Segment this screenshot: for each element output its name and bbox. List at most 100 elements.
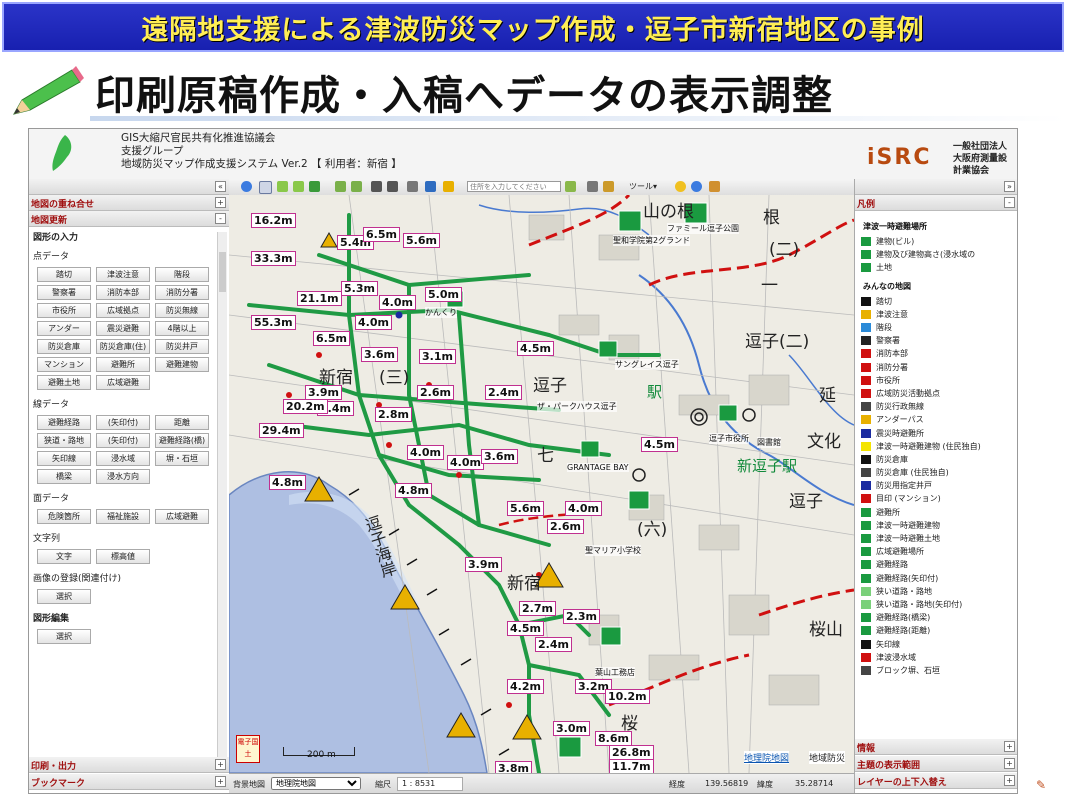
point-btn-mansion[interactable]: マンション <box>37 357 91 372</box>
line-btn-bridge[interactable]: 橋梁 <box>37 469 91 484</box>
line-btn-inundation[interactable]: 浸水域 <box>96 451 150 466</box>
back-arrow-icon[interactable] <box>335 181 346 192</box>
height-label[interactable]: 4.0m <box>355 315 392 330</box>
bar-bookmark[interactable]: ブックマーク + <box>29 774 229 790</box>
point-btn-quake-shelter[interactable]: 震災避難 <box>96 321 150 336</box>
height-label[interactable]: 29.4m <box>259 423 304 438</box>
point-btn-city-hall[interactable]: 市役所 <box>37 303 91 318</box>
right-collapse-bar[interactable]: » <box>855 179 1017 195</box>
height-label[interactable]: 16.2m <box>251 213 296 228</box>
point-btn-4f-above[interactable]: 4階以上 <box>155 321 209 336</box>
text-btn-elevation[interactable]: 標高値 <box>96 549 150 564</box>
zoom-out-icon[interactable] <box>293 181 304 192</box>
line-btn-narrow-road[interactable]: 狭道・路地 <box>37 433 91 448</box>
height-label[interactable]: 4.5m <box>517 341 554 356</box>
height-label[interactable]: 33.3m <box>251 251 296 266</box>
height-label[interactable]: 5.3m <box>341 281 378 296</box>
line-btn-route-arrow[interactable]: (矢印付) <box>96 415 150 430</box>
height-label[interactable]: 6.5m <box>313 331 350 346</box>
bookmark-icon[interactable] <box>425 181 436 192</box>
address-search-input[interactable]: 住所を入力してください <box>467 181 561 192</box>
height-label[interactable]: 4.2m <box>507 679 544 694</box>
point-btn-tsunami-caution[interactable]: 津波注意 <box>96 267 150 282</box>
height-label[interactable]: 2.4m <box>485 385 522 400</box>
height-label[interactable]: 4.0m <box>407 445 444 460</box>
line-btn-evac-route[interactable]: 避難経路 <box>37 415 91 430</box>
point-btn-well[interactable]: 防災井戸 <box>155 339 209 354</box>
height-label[interactable]: 4.0m <box>379 295 416 310</box>
legend-title-bar[interactable]: 凡例 - <box>855 195 1017 211</box>
scale-value[interactable]: 1 : 8531 <box>397 777 463 791</box>
height-label[interactable]: 3.6m <box>361 347 398 362</box>
image-select-button[interactable]: 選択 <box>37 589 91 604</box>
expand-icon[interactable]: + <box>1004 758 1015 769</box>
warning-icon[interactable] <box>443 181 454 192</box>
height-label[interactable]: 2.3m <box>563 609 600 624</box>
zoom-in-icon[interactable] <box>277 181 288 192</box>
point-btn-fire-branch[interactable]: 消防分署 <box>155 285 209 300</box>
height-label[interactable]: 3.1m <box>419 349 456 364</box>
point-btn-underpass[interactable]: アンダー <box>37 321 91 336</box>
height-label[interactable]: 5.0m <box>425 287 462 302</box>
height-label[interactable]: 4.8m <box>269 475 306 490</box>
slide-nav-icon[interactable]: ✎ <box>1036 778 1046 792</box>
area-btn-danger[interactable]: 危険箇所 <box>37 509 91 524</box>
expand-icon[interactable]: + <box>1004 741 1015 752</box>
height-label[interactable]: 2.6m <box>547 519 584 534</box>
info-icon[interactable] <box>241 181 252 192</box>
info-bar[interactable]: 情報 + <box>855 739 1017 755</box>
height-label[interactable]: 26.8m <box>609 745 654 760</box>
expand-icon[interactable]: + <box>215 776 226 787</box>
expand-icon[interactable]: + <box>215 197 226 208</box>
theme-range-bar[interactable]: 主題の表示範囲 + <box>855 756 1017 772</box>
point-btn-fire-hq[interactable]: 消防本部 <box>96 285 150 300</box>
height-label[interactable]: 3.8m <box>495 761 532 773</box>
height-label[interactable]: 6.5m <box>363 227 400 242</box>
utm-icon[interactable] <box>407 181 418 192</box>
panel-collapse-bar[interactable]: « <box>29 179 229 195</box>
height-label[interactable]: 3.0m <box>553 721 590 736</box>
height-label[interactable]: 11.7m <box>609 759 654 773</box>
line-btn-distance[interactable]: 距離 <box>155 415 209 430</box>
home-icon[interactable] <box>387 181 398 192</box>
height-label[interactable]: 4.5m <box>507 621 544 636</box>
help-icon[interactable] <box>691 181 702 192</box>
height-label[interactable]: 20.2m <box>283 399 328 414</box>
point-btn-storehouse[interactable]: 防災倉庫 <box>37 339 91 354</box>
line-btn-arrow[interactable]: 矢印線 <box>37 451 91 466</box>
bar-map-update[interactable]: 地図更新 - <box>29 211 229 227</box>
height-label[interactable]: 21.1m <box>297 291 342 306</box>
export-icon[interactable] <box>603 181 614 192</box>
point-btn-wide-evac[interactable]: 広域避難 <box>96 375 150 390</box>
expand-icon[interactable]: + <box>215 759 226 770</box>
collapse-icon[interactable]: - <box>1004 197 1015 208</box>
expand-icon[interactable]: + <box>1004 775 1015 786</box>
search-go-icon[interactable] <box>565 181 576 192</box>
hand-pan-icon[interactable] <box>259 181 272 194</box>
forward-arrow-icon[interactable] <box>351 181 362 192</box>
height-label[interactable]: 4.8m <box>395 483 432 498</box>
bg-map-select[interactable]: 地理院地図 <box>271 777 361 790</box>
print-icon[interactable] <box>587 181 598 192</box>
full-extent-icon[interactable] <box>309 181 320 192</box>
height-label[interactable]: 5.6m <box>507 501 544 516</box>
bar-map-overlay[interactable]: 地図の重ね合せ + <box>29 195 229 211</box>
tool-menu[interactable]: ツール▾ <box>629 181 657 192</box>
layer-order-bar[interactable]: レイヤーの上下入替え + <box>855 773 1017 789</box>
edit-select-button[interactable]: 選択 <box>37 629 91 644</box>
person-icon[interactable] <box>709 181 720 192</box>
height-label[interactable]: 2.6m <box>417 385 454 400</box>
area-btn-wide-evac[interactable]: 広域避難 <box>155 509 209 524</box>
collapse-left-icon[interactable]: « <box>215 181 226 192</box>
point-btn-disaster-radio[interactable]: 防災無線 <box>155 303 209 318</box>
height-label[interactable]: 2.8m <box>375 407 412 422</box>
point-btn-shelter[interactable]: 避難所 <box>96 357 150 372</box>
height-label[interactable]: 55.3m <box>251 315 296 330</box>
height-label[interactable]: 4.5m <box>641 437 678 452</box>
gsi-map-credit-link[interactable]: 地理院地図 <box>744 751 790 764</box>
left-panel-scrollbar[interactable] <box>217 232 227 772</box>
point-btn-railroad-crossing[interactable]: 踏切 <box>37 267 91 282</box>
height-label[interactable]: 3.6m <box>481 449 518 464</box>
height-label[interactable]: 2.7m <box>519 601 556 616</box>
point-btn-stairs[interactable]: 階段 <box>155 267 209 282</box>
